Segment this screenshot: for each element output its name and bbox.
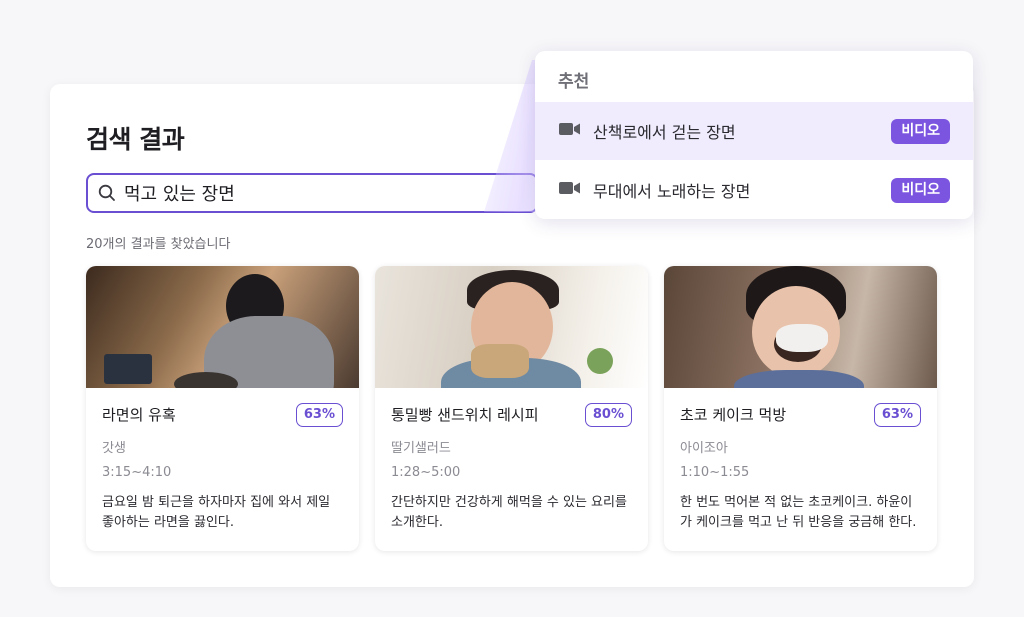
card-channel: 딸기샐러드 (391, 441, 451, 456)
page-title: 검색 결과 (86, 125, 185, 154)
match-badge: 80% (584, 403, 632, 427)
video-thumbnail[interactable] (86, 266, 359, 388)
suggestions-header: 추천 (558, 72, 590, 92)
search-icon (98, 184, 116, 202)
suggestion-label: 무대에서 노래하는 장면 (593, 182, 751, 201)
match-badge: 63% (873, 403, 921, 427)
card-channel: 아이조아 (680, 441, 728, 456)
match-badge: 63% (295, 403, 343, 427)
suggestions-dropdown: 추천 산책로에서 걷는 장면 비디오 무대에서 노래하는 장면 비디오 (535, 51, 973, 219)
card-timestamp: 1:28~5:00 (391, 465, 461, 480)
search-box[interactable] (86, 173, 538, 213)
card-timestamp: 3:15~4:10 (102, 465, 172, 480)
result-count: 20개의 결과를 찾았습니다 (86, 237, 231, 252)
result-card[interactable]: 초코 케이크 먹방 63% 아이조아 1:10~1:55 한 번도 먹어본 적 … (664, 266, 937, 551)
video-thumbnail[interactable] (664, 266, 937, 388)
search-input[interactable] (124, 182, 504, 204)
card-channel: 갓생 (102, 441, 126, 456)
results-list: 라면의 유혹 63% 갓생 3:15~4:10 금요일 밤 퇴근을 하자마자 집… (86, 266, 937, 551)
video-camera-icon (559, 180, 581, 200)
card-description: 간단하지만 건강하게 해먹을 수 있는 요리를 소개한다. (391, 495, 627, 530)
suggestion-item[interactable]: 산책로에서 걷는 장면 비디오 (535, 102, 973, 160)
video-camera-icon (559, 121, 581, 141)
suggestion-item[interactable]: 무대에서 노래하는 장면 비디오 (535, 161, 973, 219)
video-thumbnail[interactable] (375, 266, 648, 388)
card-description: 한 번도 먹어본 적 없는 초코케이크. 하윤이가 케이크를 먹고 난 뒤 반응… (680, 495, 917, 530)
result-card[interactable]: 통밀빵 샌드위치 레시피 80% 딸기샐러드 1:28~5:00 간단하지만 건… (375, 266, 648, 551)
suggestion-label: 산책로에서 걷는 장면 (593, 123, 736, 142)
video-tag: 비디오 (891, 178, 950, 203)
card-description: 금요일 밤 퇴근을 하자마자 집에 와서 제일 좋아하는 라면을 끓인다. (102, 495, 331, 530)
result-card[interactable]: 라면의 유혹 63% 갓생 3:15~4:10 금요일 밤 퇴근을 하자마자 집… (86, 266, 359, 551)
card-timestamp: 1:10~1:55 (680, 465, 750, 480)
video-tag: 비디오 (891, 119, 950, 144)
